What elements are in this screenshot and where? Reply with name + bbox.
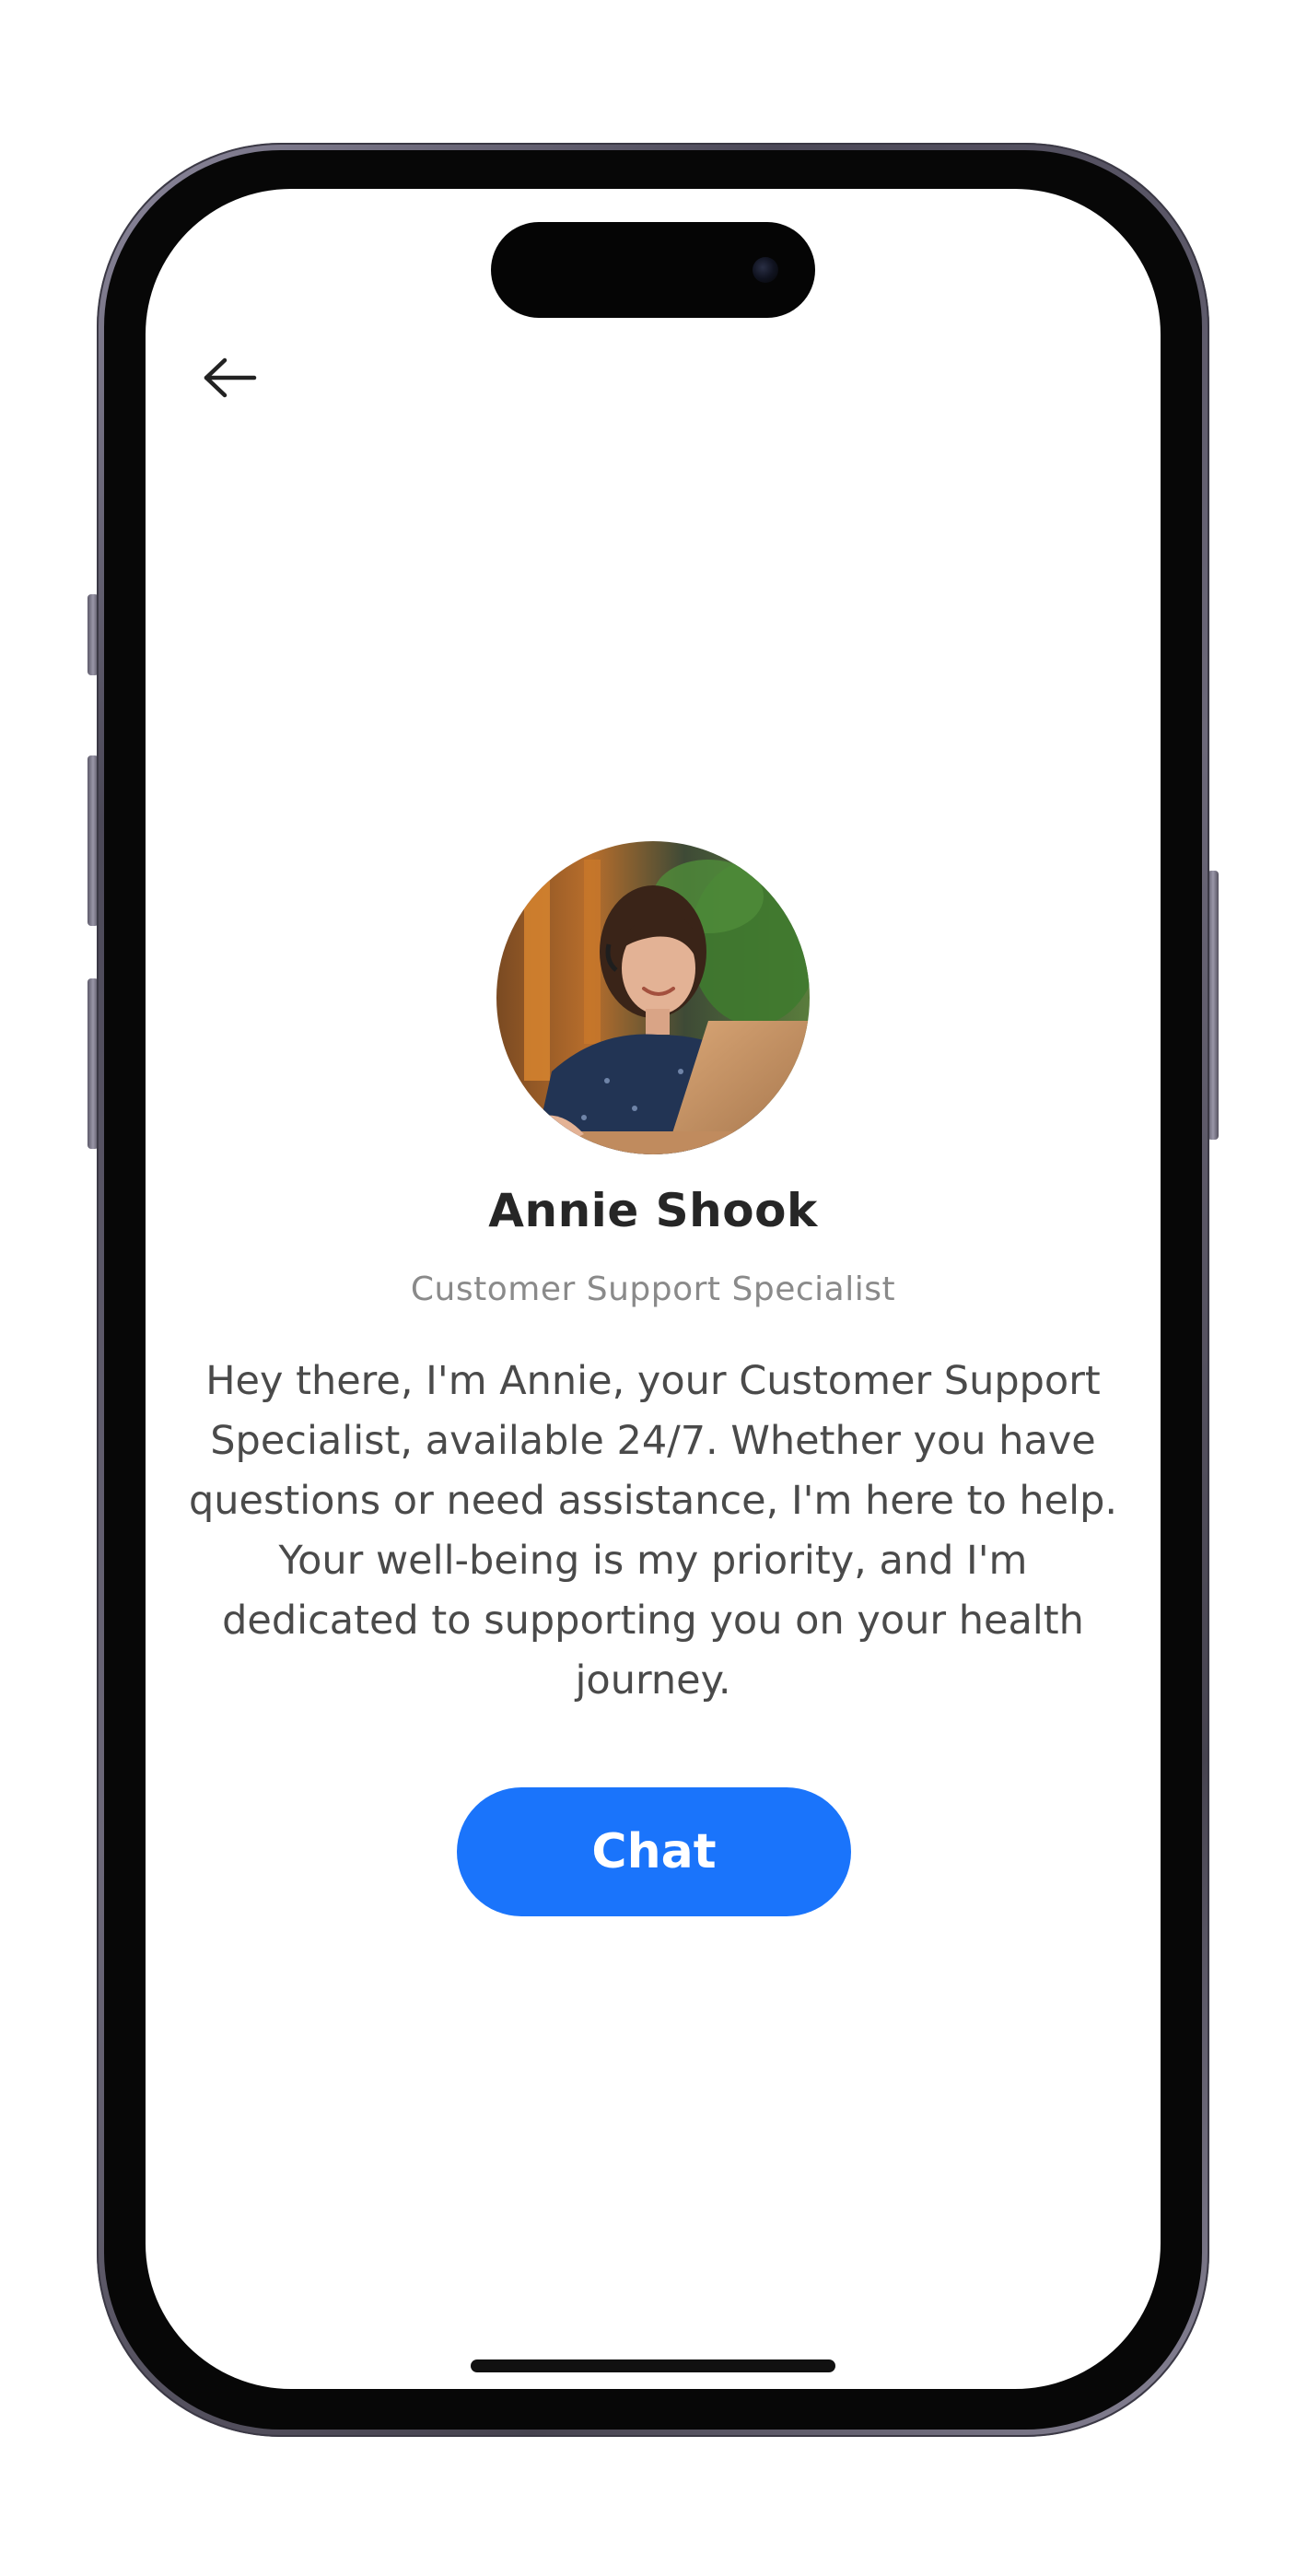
profile-bio: Hey there, I'm Annie, your Customer Supp… <box>188 1358 1118 1704</box>
back-button[interactable] <box>193 345 267 410</box>
chat-button[interactable]: Chat <box>457 1787 851 1916</box>
dynamic-island <box>491 222 815 318</box>
profile-role: Customer Support Specialist <box>410 1270 896 1308</box>
avatar <box>496 841 810 1154</box>
avatar-photo <box>496 841 810 1154</box>
camera-icon <box>753 257 778 283</box>
phone-mockup: Annie Shook Customer Support Specialist … <box>0 0 1307 2576</box>
home-indicator[interactable] <box>471 2359 835 2372</box>
arrow-left-icon <box>204 357 257 398</box>
app-screen: Annie Shook Customer Support Specialist … <box>146 189 1161 2389</box>
profile-name: Annie Shook <box>488 1184 818 1237</box>
